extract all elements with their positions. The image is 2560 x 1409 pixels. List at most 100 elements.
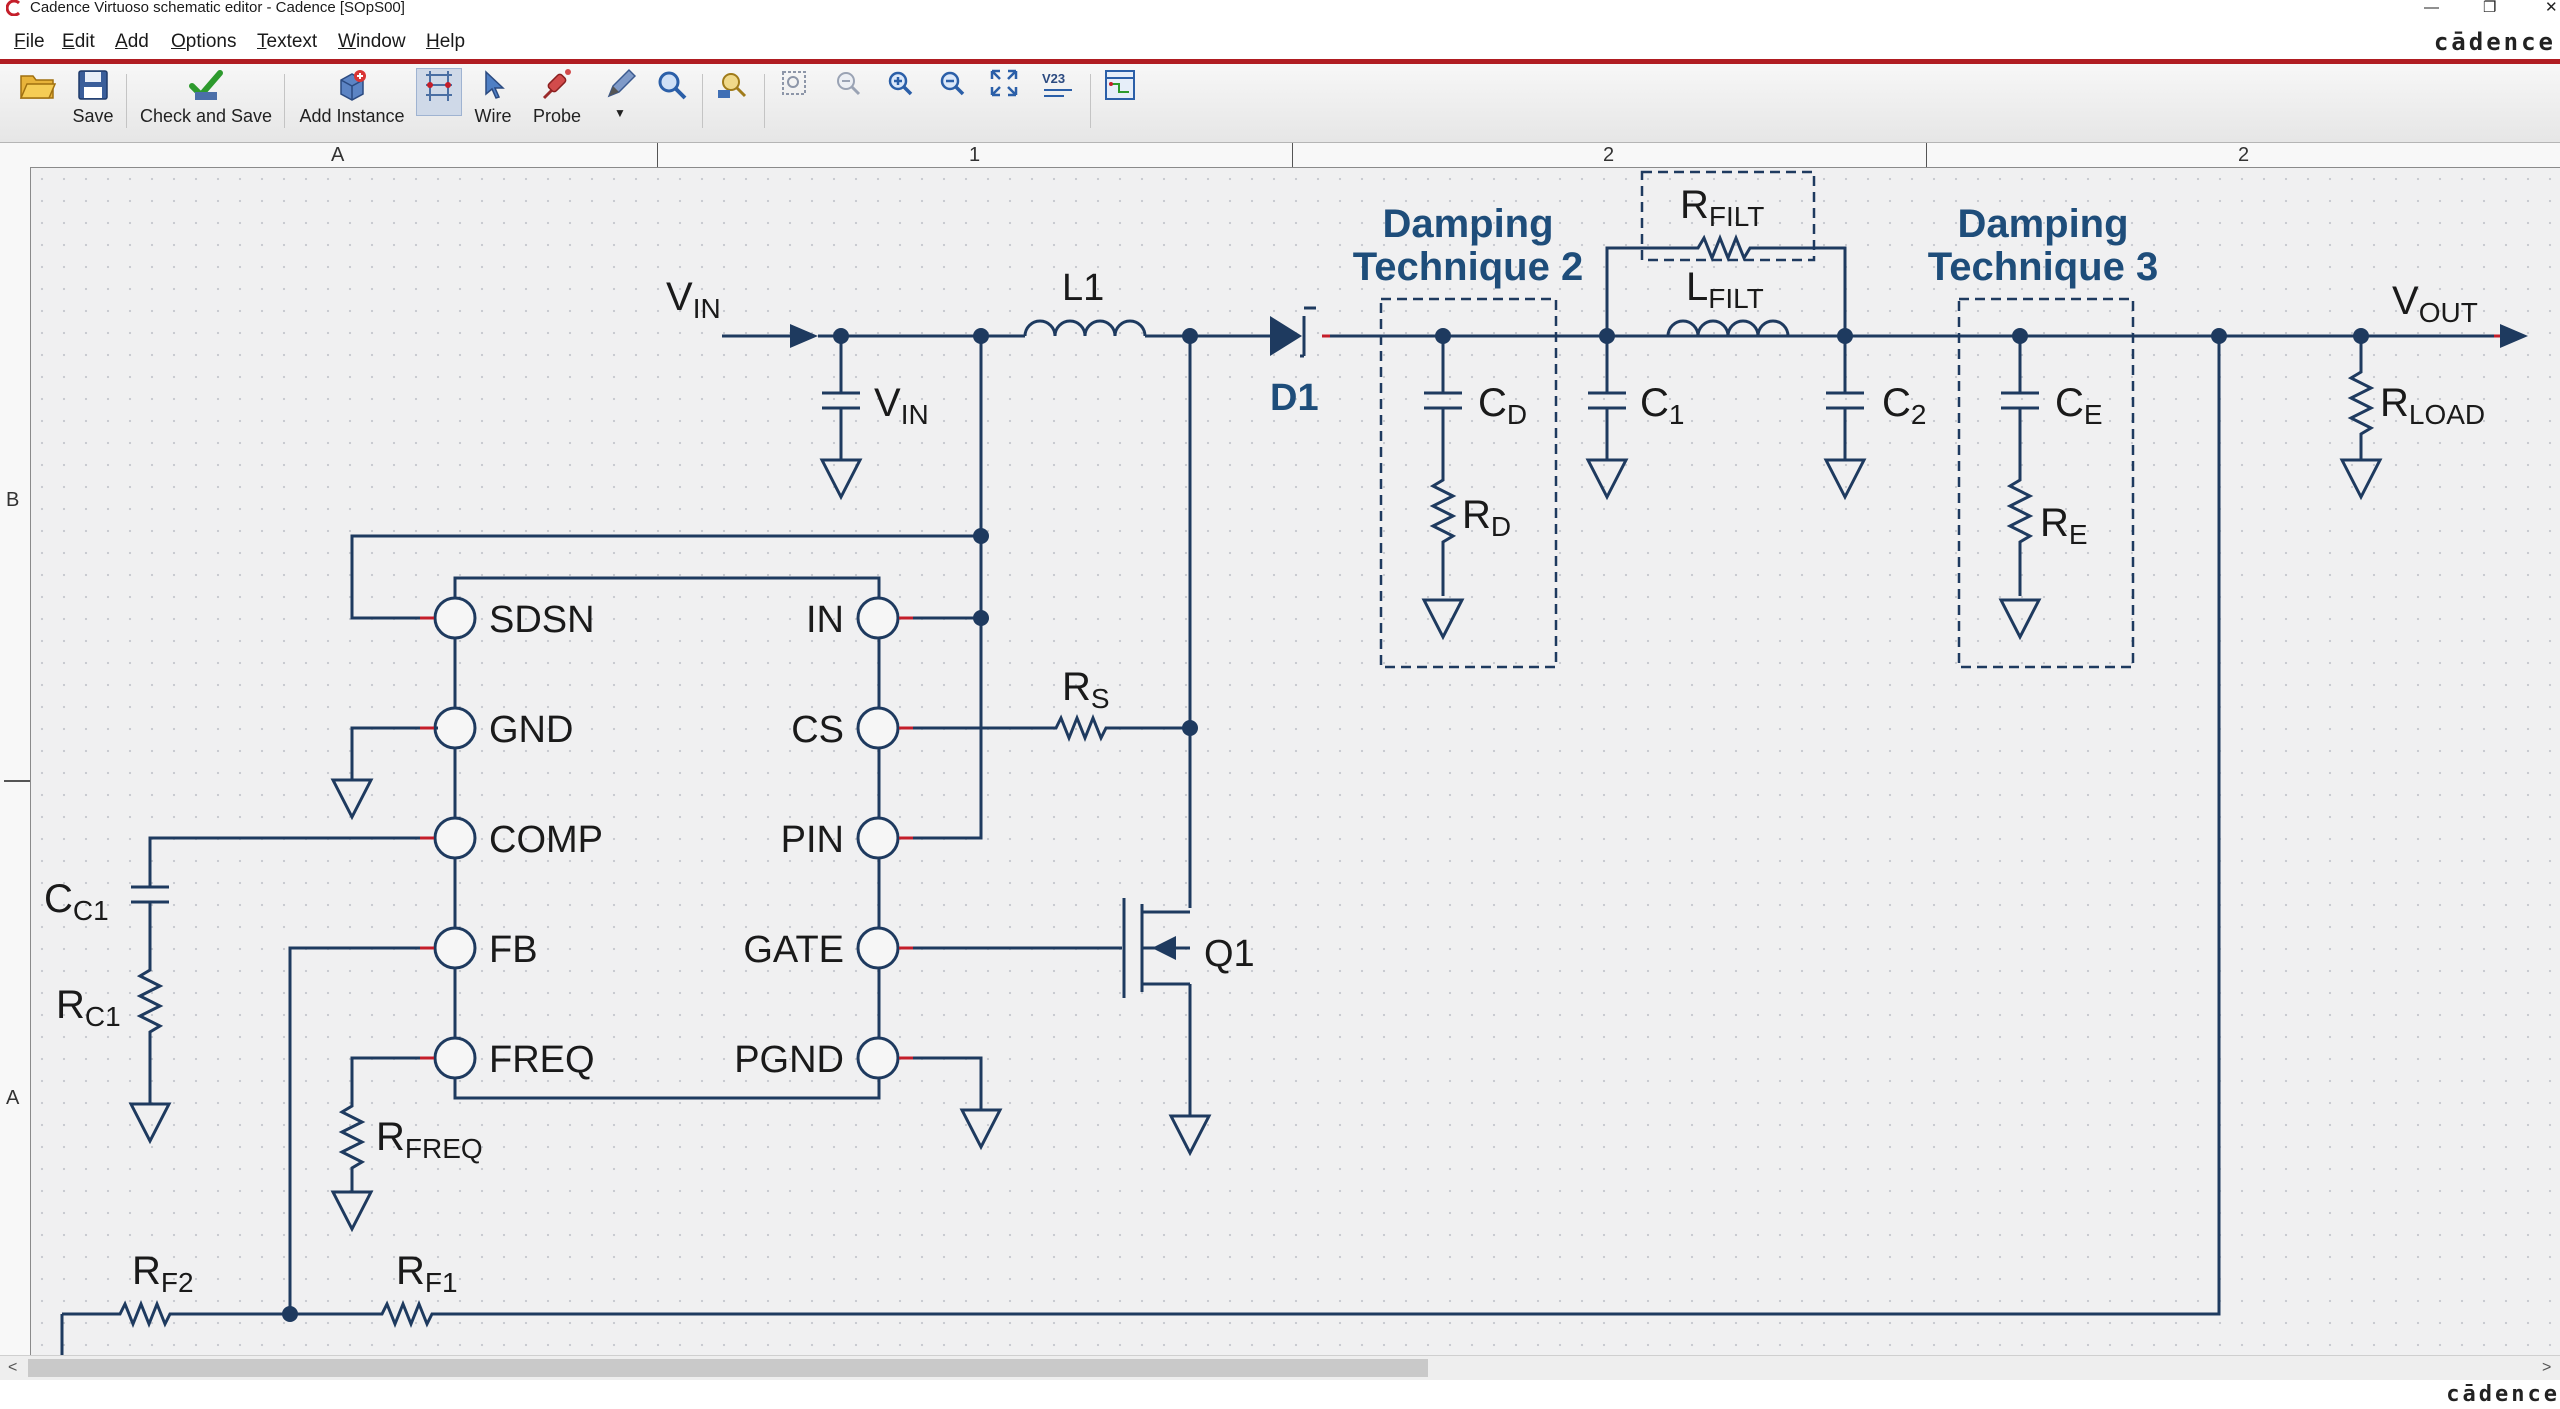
ruler-tick xyxy=(4,780,30,782)
magnifier-icon xyxy=(658,71,687,100)
svg-text:D1: D1 xyxy=(1270,377,1319,419)
ruler-label: 2 xyxy=(1603,144,1615,166)
wire-cursor-icon xyxy=(485,70,505,99)
svg-text:CC1: CC1 xyxy=(44,877,109,926)
damping-technique-3: Damping Technique 3 CE RE xyxy=(1928,202,2158,669)
ic-pins-left: SDSN GND COMP FB FREQ xyxy=(433,596,603,1081)
zoom-button[interactable] xyxy=(652,68,692,102)
save-label: Save xyxy=(72,106,114,126)
toolbar-separator xyxy=(284,74,285,128)
svg-text:RD: RD xyxy=(1462,493,1511,542)
menu-edit[interactable]: Edit xyxy=(62,27,95,57)
zoom-area-icon xyxy=(718,73,747,98)
svg-text:RFREQ: RFREQ xyxy=(376,1115,483,1164)
menu-add[interactable]: Add xyxy=(115,27,149,57)
cadence-brand-bottom: cādence xyxy=(2446,1382,2560,1407)
scroll-right-icon[interactable]: > xyxy=(2542,1356,2551,1380)
wire-label: Wire xyxy=(474,106,512,126)
svg-text:GND: GND xyxy=(489,709,573,751)
svg-text:RF1: RF1 xyxy=(396,1249,458,1298)
menu-window[interactable]: Window xyxy=(338,27,406,57)
minimize-icon[interactable]: — xyxy=(2424,0,2439,16)
svg-text:FB: FB xyxy=(489,929,538,971)
svg-text:IN: IN xyxy=(806,599,844,641)
svg-text:PIN: PIN xyxy=(781,819,844,861)
diode-d1: D1 xyxy=(1270,306,1319,419)
svg-text:RLOAD: RLOAD xyxy=(2380,381,2485,430)
zoom-out-icon xyxy=(940,71,965,96)
dropdown-arrow-icon[interactable]: ▼ xyxy=(598,106,642,120)
controller-ic: SDSN GND COMP FB FREQ IN CS PIN GATE PGN… xyxy=(433,576,900,1100)
schematic-canvas[interactable]: VIN VIN L1 D1 Damping Technique 2 CD RD … xyxy=(31,168,2560,1355)
vin-label: VIN xyxy=(666,275,721,324)
horizontal-scrollbar[interactable]: < > xyxy=(0,1355,2560,1380)
mosfet-q1: Q1 xyxy=(898,898,1255,1157)
svg-text:RS: RS xyxy=(1062,665,1110,714)
freq-resistor: RFREQ xyxy=(330,1056,483,1233)
toolbar-separator xyxy=(764,74,765,128)
left-ruler: B A xyxy=(0,167,31,1355)
zoom-out-button[interactable] xyxy=(934,68,970,98)
check-and-save-button[interactable]: Check and Save xyxy=(136,68,276,127)
fit-view-button[interactable] xyxy=(986,68,1022,98)
v23-icon: V23 xyxy=(1042,71,1072,97)
ground-symbol xyxy=(330,778,374,821)
pencil-button[interactable]: ▼ xyxy=(598,68,642,120)
zoom-fit-button[interactable] xyxy=(776,68,812,98)
menu-options[interactable]: Options xyxy=(171,27,236,57)
input-capacitor: VIN xyxy=(819,328,929,501)
probe-button[interactable]: Probe xyxy=(526,68,588,127)
svg-text:VIN: VIN xyxy=(874,381,929,430)
restore-icon[interactable]: ❐ xyxy=(2483,0,2496,16)
sense-resistor-rs: RS xyxy=(898,665,1190,743)
svg-text:Damping: Damping xyxy=(1957,202,2128,246)
zoom-fit-icon xyxy=(782,71,806,95)
zoom-out-faded-icon xyxy=(837,72,861,96)
comp-network: CC1 RC1 xyxy=(44,836,435,1145)
ruler-label: A xyxy=(331,144,345,166)
zoom-in-button[interactable] xyxy=(882,68,918,98)
wire-gnd-pin xyxy=(350,726,438,780)
status-bar: cādence xyxy=(0,1380,2560,1409)
inductor-l1: L1 xyxy=(973,267,1147,344)
svg-text:CS: CS xyxy=(791,709,844,751)
zoom-area-button[interactable] xyxy=(712,68,752,102)
wire-pgnd-pin xyxy=(898,1056,983,1110)
menu-textext[interactable]: Textext xyxy=(257,27,317,57)
capacitor-c2: C2 xyxy=(1823,336,1926,501)
svg-text:Q1: Q1 xyxy=(1204,933,1255,975)
title-bar: Cadence Virtuoso schematic editor - Cade… xyxy=(0,0,2560,18)
svg-text:LFILT: LFILT xyxy=(1686,265,1764,314)
scroll-left-icon[interactable]: < xyxy=(8,1356,17,1380)
floppy-disk-icon xyxy=(78,70,108,100)
save-button[interactable]: Save xyxy=(68,68,118,127)
svg-text:GATE: GATE xyxy=(743,929,844,971)
cadence-logo-icon xyxy=(6,0,21,16)
scrollbar-thumb[interactable] xyxy=(28,1359,1428,1377)
select-mode-button[interactable] xyxy=(416,68,462,116)
open-button[interactable] xyxy=(18,68,56,102)
select-grid-icon xyxy=(426,71,452,101)
toolbar-separator xyxy=(702,74,703,128)
window-title: Cadence Virtuoso schematic editor - Cade… xyxy=(30,0,405,16)
toolbar-separator xyxy=(126,74,127,128)
menu-file[interactable]: File xyxy=(14,27,45,57)
menu-help[interactable]: Help xyxy=(426,27,465,57)
capacitor-c1: C1 xyxy=(1585,336,1684,501)
zoom-out-disabled-button[interactable] xyxy=(830,68,866,98)
svg-text:V23: V23 xyxy=(1042,71,1065,86)
filter-section: RFILT LFILT xyxy=(1599,170,1853,344)
close-icon[interactable]: ✕ xyxy=(2545,0,2558,16)
add-instance-button[interactable]: Add Instance xyxy=(294,68,410,127)
schematic-view-button[interactable] xyxy=(1100,68,1140,102)
svg-text:Technique 2: Technique 2 xyxy=(1353,245,1583,289)
svg-text:RE: RE xyxy=(2040,501,2088,550)
ruler-tick xyxy=(1926,143,1927,167)
wire-button[interactable]: Wire xyxy=(466,68,520,127)
folder-icon xyxy=(19,75,56,99)
svg-text:C2: C2 xyxy=(1882,381,1926,430)
svg-text:RC1: RC1 xyxy=(56,983,121,1032)
feedback-network: RF2 RF1 xyxy=(60,336,2221,1355)
zoom-in-icon xyxy=(888,71,913,96)
v23-button[interactable]: V23 xyxy=(1036,68,1080,102)
